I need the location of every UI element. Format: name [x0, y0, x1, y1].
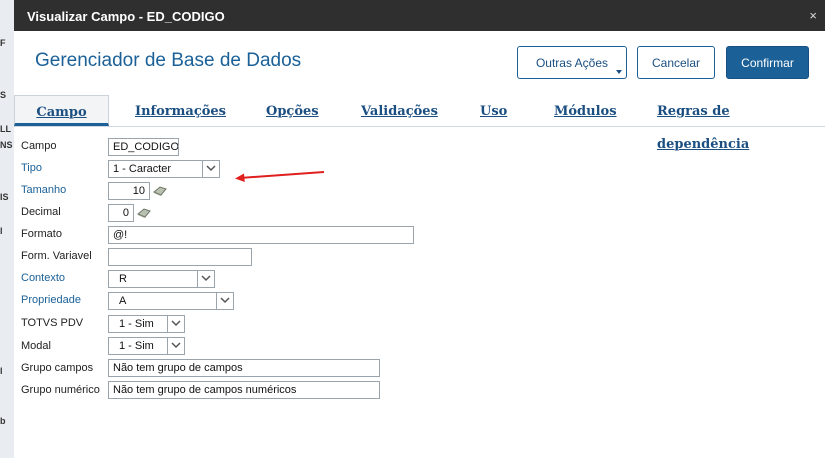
decimal-label: Decimal	[21, 206, 61, 218]
tab-modulos[interactable]: Módulos	[554, 95, 617, 126]
form-variavel-field[interactable]	[108, 248, 252, 266]
chevron-down-icon[interactable]	[202, 161, 219, 177]
decimal-field[interactable]: 0	[108, 204, 134, 222]
tipo-select[interactable]: 1 - Caracter	[108, 160, 220, 178]
cancel-button[interactable]: Cancelar	[637, 46, 715, 79]
confirm-button[interactable]: Confirmar	[726, 46, 809, 79]
modal-value: 1 - Sim	[119, 340, 154, 352]
eraser-icon[interactable]	[136, 208, 152, 218]
form-variavel-label: Form. Variavel	[21, 250, 92, 262]
more-actions-button[interactable]: Outras Ações	[517, 46, 627, 79]
strip-text: LL	[0, 124, 11, 134]
modal-label: Modal	[21, 340, 51, 352]
strip-text: F	[0, 38, 6, 48]
propriedade-value: A	[119, 295, 127, 307]
tamanho-label: Tamanho	[21, 184, 67, 196]
tab-bar: Campo Informações Opções Validações Uso …	[14, 95, 825, 152]
strip-text: l	[0, 226, 3, 236]
annotation-arrow-icon	[235, 171, 325, 182]
background-window-strip: F S LL NS IS l l b	[0, 0, 14, 458]
tab-validacoes[interactable]: Validações	[361, 95, 438, 126]
strip-text: NS	[0, 140, 13, 150]
grupo-numerico-label: Grupo numérico	[21, 384, 100, 396]
chevron-down-icon[interactable]	[167, 316, 184, 332]
contexto-select[interactable]: R	[108, 270, 215, 288]
tab-informacoes[interactable]: Informações	[135, 95, 226, 126]
tab-regras-dependencia[interactable]: Regras de dependência	[657, 95, 825, 152]
campo-field[interactable]: ED_CODIGO	[108, 138, 179, 156]
caret-down-icon	[616, 70, 622, 74]
chevron-down-icon[interactable]	[167, 338, 184, 354]
field-dialog: Visualizar Campo - ED_CODIGO × Gerenciad…	[14, 0, 825, 458]
totvs-pdv-label: TOTVS PDV	[21, 317, 84, 329]
formato-field[interactable]: @!	[108, 226, 414, 244]
formato-label: Formato	[21, 228, 62, 240]
strip-text: IS	[0, 192, 9, 202]
totvs-pdv-select[interactable]: 1 - Sim	[108, 315, 185, 333]
propriedade-select[interactable]: A	[108, 292, 234, 310]
tipo-value: 1 - Caracter	[113, 163, 172, 175]
grupo-campos-field[interactable]: Não tem grupo de campos	[108, 359, 380, 377]
tab-uso[interactable]: Uso	[480, 95, 507, 126]
close-icon[interactable]: ×	[809, 8, 817, 23]
more-actions-label: Outras Ações	[535, 55, 609, 70]
title-bar: Visualizar Campo - ED_CODIGO ×	[14, 0, 825, 31]
strip-text: b	[0, 416, 6, 426]
chevron-down-icon[interactable]	[216, 293, 233, 309]
modal-select[interactable]: 1 - Sim	[108, 337, 185, 355]
strip-text: l	[0, 366, 3, 376]
contexto-value: R	[119, 273, 127, 285]
campo-label: Campo	[21, 140, 57, 152]
eraser-icon[interactable]	[152, 186, 168, 196]
tamanho-field[interactable]: 10	[108, 182, 150, 200]
strip-text: S	[0, 90, 7, 100]
tab-campo[interactable]: Campo	[14, 95, 109, 126]
tipo-label: Tipo	[21, 162, 42, 174]
chevron-down-icon[interactable]	[197, 271, 214, 287]
window-title: Visualizar Campo - ED_CODIGO	[27, 9, 225, 24]
grupo-numerico-field[interactable]: Não tem grupo de campos numéricos	[108, 381, 380, 399]
tab-opcoes[interactable]: Opções	[266, 95, 319, 126]
page-title: Gerenciador de Base de Dados	[35, 50, 302, 71]
grupo-campos-label: Grupo campos	[21, 362, 94, 374]
propriedade-label: Propriedade	[21, 294, 81, 306]
contexto-label: Contexto	[21, 272, 66, 284]
totvs-pdv-value: 1 - Sim	[119, 318, 154, 330]
